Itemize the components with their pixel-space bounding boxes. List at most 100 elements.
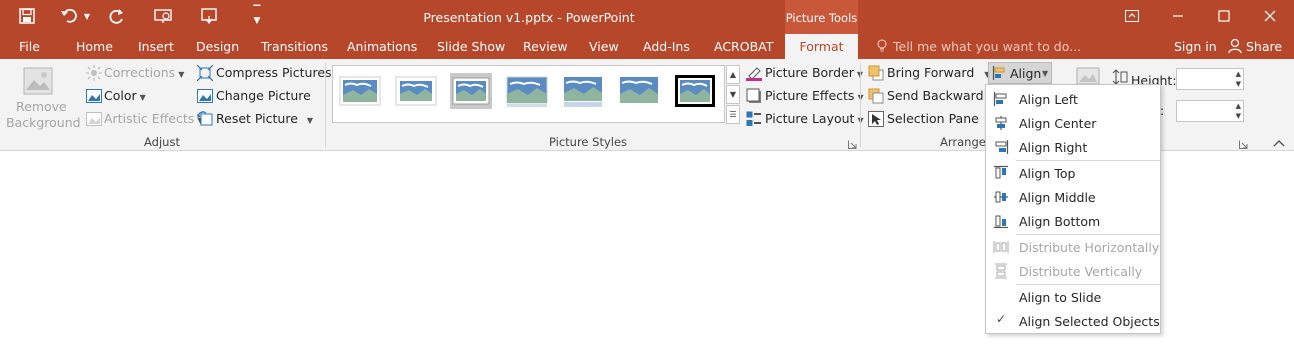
send-backward-label: Send Backward: [887, 88, 984, 103]
tab-view[interactable]: View: [589, 39, 619, 54]
share-person-icon[interactable]: [1228, 38, 1242, 54]
menu-item-align-to-slide[interactable]: Align to Slide: [987, 285, 1160, 309]
gallery-scroll-up-icon[interactable]: ▲: [726, 65, 740, 84]
chevron-down-icon: ▼: [1042, 69, 1049, 78]
remove-background-label-1[interactable]: Remove: [16, 99, 67, 114]
menu-item-align-top[interactable]: Align Top: [987, 161, 1160, 185]
remove-background-icon[interactable]: [22, 66, 54, 98]
selection-pane-icon: [868, 111, 884, 127]
align-button[interactable]: Align ▼: [988, 62, 1052, 84]
spin-up-icon[interactable]: ▲: [1236, 70, 1241, 78]
menu-item-align-middle[interactable]: Align Middle: [987, 185, 1160, 209]
corrections-button[interactable]: Corrections ▼: [104, 65, 184, 80]
compress-pictures-button[interactable]: Compress Pictures: [216, 65, 332, 80]
picture-style-4[interactable]: [506, 73, 548, 109]
align-middle-icon: [993, 189, 1009, 205]
align-label: Align: [1010, 66, 1042, 81]
tab-review[interactable]: Review: [523, 39, 568, 54]
menu-item-align-left[interactable]: Align Left: [987, 87, 1160, 111]
minimize-icon[interactable]: [1158, 4, 1198, 28]
picture-style-1[interactable]: [339, 73, 381, 109]
corrections-label: Corrections: [104, 65, 176, 80]
share-button[interactable]: Share: [1246, 39, 1282, 54]
width-input[interactable]: ▲ ▼: [1176, 100, 1244, 122]
spin-up-icon[interactable]: ▲: [1236, 102, 1241, 110]
remove-background-label-2[interactable]: Background: [6, 115, 81, 130]
align-dropdown-menu: Align Left Align Center Align Right Alig…: [985, 84, 1161, 334]
reset-picture-label: Reset Picture: [216, 111, 298, 126]
sign-in-link[interactable]: Sign in: [1174, 39, 1217, 54]
picture-layout-label: Picture Layout: [765, 111, 855, 126]
change-picture-button[interactable]: Change Picture: [216, 88, 311, 103]
distribute-vertically-icon: [993, 263, 1009, 279]
collapse-ribbon-icon[interactable]: [1273, 137, 1285, 147]
picture-style-5[interactable]: [562, 73, 604, 109]
picture-style-7[interactable]: [674, 73, 716, 109]
tab-design[interactable]: Design: [196, 39, 239, 54]
distribute-horizontally-icon: [993, 239, 1009, 255]
spin-down-icon[interactable]: ▼: [1236, 112, 1241, 120]
group-divider: [860, 63, 861, 147]
chevron-down-icon: ▼: [178, 70, 185, 79]
tab-home[interactable]: Home: [76, 39, 113, 54]
tell-me-search[interactable]: Tell me what you want to do...: [893, 39, 1081, 54]
adjust-group-label: Adjust: [144, 135, 180, 149]
lightbulb-icon: [876, 39, 888, 53]
crop-icon[interactable]: [1076, 67, 1100, 85]
menu-item-align-selected-objects[interactable]: ✓ Align Selected Objects: [987, 309, 1160, 333]
tab-insert[interactable]: Insert: [138, 39, 174, 54]
close-icon[interactable]: [1250, 4, 1290, 28]
chevron-down-icon: ▼: [306, 116, 314, 125]
dialog-launcher-icon[interactable]: [1239, 138, 1248, 149]
tab-animations[interactable]: Animations: [347, 39, 417, 54]
picture-border-label: Picture Border: [765, 65, 854, 80]
menu-item-align-bottom[interactable]: Align Bottom: [987, 209, 1160, 233]
tab-addins[interactable]: Add-Ins: [643, 39, 690, 54]
reset-picture-icon: [197, 111, 213, 127]
picture-effects-button[interactable]: Picture Effects▼: [765, 88, 864, 103]
dialog-launcher-icon[interactable]: [848, 138, 857, 149]
tab-slideshow[interactable]: Slide Show: [437, 39, 505, 54]
menu-item-align-right[interactable]: Align Right: [987, 135, 1160, 159]
menu-item-label: Align Right: [1019, 140, 1088, 155]
send-backward-button[interactable]: Send Backward▼: [887, 88, 1000, 103]
send-backward-icon: [868, 88, 884, 104]
gallery-more-icon[interactable]: ☰: [726, 105, 740, 124]
tab-format[interactable]: Format: [785, 34, 858, 59]
menu-item-label: Align Top: [1019, 166, 1076, 181]
maximize-icon[interactable]: [1204, 4, 1244, 28]
picture-styles-group-label: Picture Styles: [548, 135, 628, 149]
picture-layout-button[interactable]: Picture Layout▼: [765, 111, 864, 126]
height-input[interactable]: ▲ ▼: [1176, 68, 1244, 90]
tab-transitions[interactable]: Transitions: [261, 39, 328, 54]
picture-border-button[interactable]: Picture Border▼: [765, 65, 863, 80]
artistic-effects-button[interactable]: Artistic Effects ▼: [104, 111, 203, 126]
change-picture-icon: [197, 88, 213, 104]
menu-item-label: Distribute Vertically: [1019, 264, 1143, 279]
color-button[interactable]: Color ▼: [104, 88, 146, 103]
align-bottom-icon: [993, 213, 1009, 229]
picture-tools-context-label: Picture Tools: [785, 0, 858, 34]
tab-file[interactable]: File: [19, 39, 40, 54]
compress-pictures-icon: [196, 64, 214, 82]
picture-styles-gallery[interactable]: [332, 65, 725, 123]
ribbon-tabs: File Home Insert Design Transitions Anim…: [0, 34, 1294, 59]
picture-style-2[interactable]: [395, 73, 437, 109]
reset-picture-button[interactable]: Reset Picture ▼: [216, 111, 313, 126]
spin-down-icon[interactable]: ▼: [1236, 80, 1241, 88]
picture-style-3-selected[interactable]: [450, 73, 492, 109]
picture-effects-icon: [746, 88, 762, 104]
ribbon-display-options-icon[interactable]: [1112, 4, 1152, 28]
tab-acrobat[interactable]: ACROBAT: [714, 39, 773, 54]
checkmark-icon: ✓: [996, 312, 1007, 326]
bring-forward-button[interactable]: Bring Forward▼: [887, 65, 990, 80]
menu-item-label: Align Left: [1019, 92, 1078, 107]
artistic-effects-icon: [86, 111, 102, 127]
menu-item-distribute-horizontally: Distribute Horizontally: [987, 235, 1160, 259]
menu-item-align-center[interactable]: Align Center: [987, 111, 1160, 135]
bring-forward-icon: [868, 65, 884, 81]
menu-item-distribute-vertically: Distribute Vertically: [987, 259, 1160, 283]
picture-style-6[interactable]: [618, 73, 660, 109]
selection-pane-button[interactable]: Selection Pane: [887, 111, 979, 126]
gallery-scroll-down-icon[interactable]: ▼: [726, 85, 740, 104]
